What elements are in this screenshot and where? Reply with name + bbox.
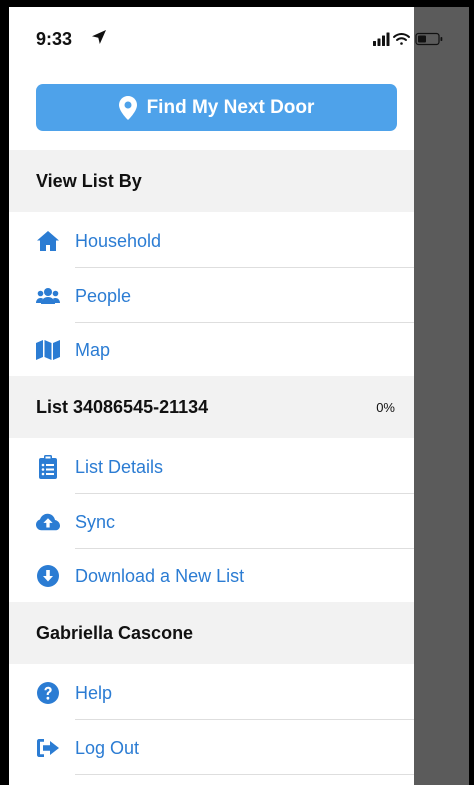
- find-next-door-label: Find My Next Door: [146, 96, 315, 118]
- logout-icon: [36, 736, 60, 760]
- menu-item-label: Map: [75, 339, 111, 360]
- list-header: List 34086545-21134 0%: [9, 376, 414, 438]
- list-progress-percent: 0%: [376, 399, 395, 415]
- location-pin-icon: [118, 95, 137, 120]
- view-list-by-header: View List By: [9, 150, 414, 212]
- user-header: Gabriella Cascone: [9, 602, 414, 664]
- menu-item-list-details[interactable]: List Details: [9, 440, 414, 494]
- menu-item-label: Log Out: [75, 737, 140, 758]
- users-icon: [36, 284, 60, 308]
- menu-item-label: List Details: [75, 456, 164, 477]
- status-indicators-icon: [373, 32, 443, 46]
- phone-screen: Find My Next Door View List By Household: [9, 7, 469, 785]
- signal-icon: [373, 32, 390, 46]
- menu-item-map[interactable]: Map: [9, 323, 414, 377]
- menu-item-people[interactable]: People: [9, 269, 414, 323]
- menu-item-label: Household: [75, 230, 162, 251]
- divider: [75, 774, 414, 775]
- battery-icon: [415, 32, 443, 46]
- help-circle-icon: [36, 681, 60, 705]
- menu-item-label: Sync: [75, 511, 116, 532]
- home-icon: [36, 229, 60, 253]
- navigation-drawer: Find My Next Door View List By Household: [9, 7, 414, 785]
- menu-item-label: People: [75, 285, 132, 306]
- status-bar: 9:33: [9, 7, 469, 67]
- download-circle-icon: [36, 564, 60, 588]
- menu-item-download-new-list[interactable]: Download a New List: [9, 549, 414, 603]
- user-name: Gabriella Cascone: [36, 622, 194, 643]
- menu-item-label: Download a New List: [75, 565, 245, 586]
- find-next-door-button[interactable]: Find My Next Door: [36, 84, 397, 131]
- list-title: List 34086545-21134: [36, 396, 209, 417]
- section-title: View List By: [36, 170, 142, 191]
- divider: [75, 267, 414, 268]
- menu-item-help[interactable]: Help: [9, 666, 414, 720]
- map-icon: [36, 338, 60, 362]
- divider: [75, 719, 414, 720]
- location-arrow-icon: [92, 30, 106, 44]
- wifi-icon: [393, 33, 410, 45]
- menu-item-household[interactable]: Household: [9, 214, 414, 268]
- cloud-upload-icon: [36, 510, 60, 534]
- menu-item-sync[interactable]: Sync: [9, 495, 414, 549]
- clipboard-icon: [36, 455, 60, 479]
- menu-item-log-out[interactable]: Log Out: [9, 721, 414, 775]
- status-time: 9:33: [36, 29, 73, 49]
- menu-item-label: Help: [75, 682, 113, 703]
- divider: [75, 493, 414, 494]
